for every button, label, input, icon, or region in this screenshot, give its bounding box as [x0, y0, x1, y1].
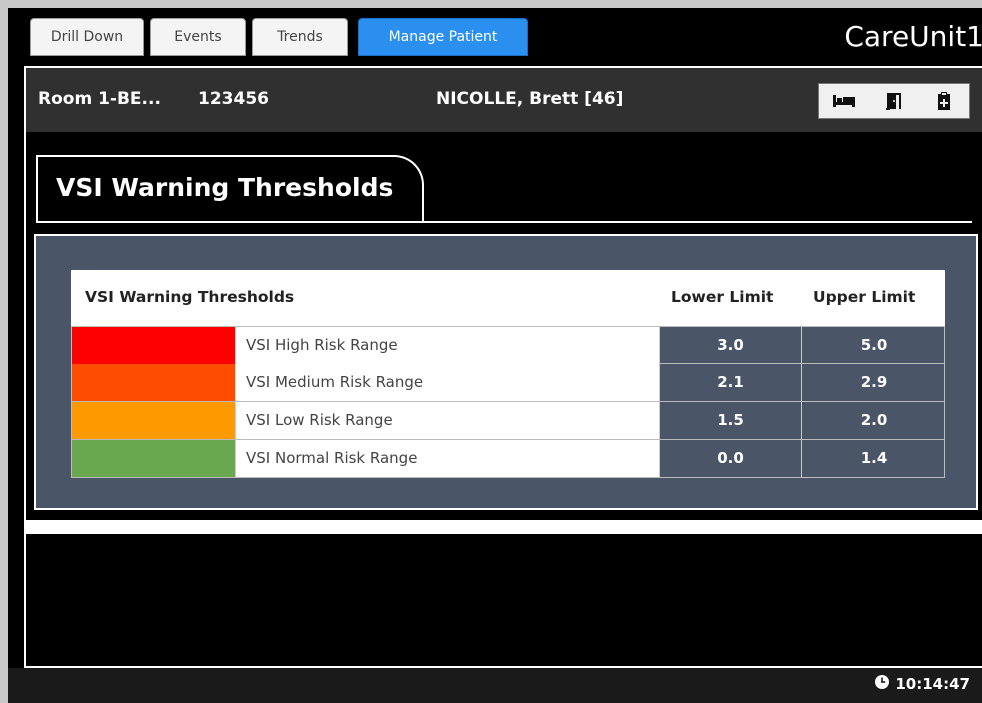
table-header: VSI Warning Thresholds Lower Limit Upper… [71, 270, 945, 326]
lower-limit-value[interactable]: 0.0 [659, 440, 801, 477]
patient-mrn: 123456 [198, 89, 269, 109]
upper-limit-value[interactable]: 2.0 [801, 402, 946, 439]
clock-display: 10:14:47 [875, 675, 970, 693]
upper-limit-value[interactable]: 5.0 [801, 327, 946, 364]
section-divider [36, 221, 972, 223]
tab-drill-down[interactable]: Drill Down [30, 18, 144, 56]
header-lower-limit: Lower Limit [671, 288, 774, 306]
risk-range-label: VSI Low Risk Range [235, 402, 659, 439]
table-row: VSI Low Risk Range 1.5 2.0 [71, 402, 945, 440]
header-name: VSI Warning Thresholds [85, 288, 295, 306]
tab-trends[interactable]: Trends [252, 18, 348, 56]
patient-room: Room 1-BE... [38, 89, 161, 109]
table-row: VSI High Risk Range 3.0 5.0 [71, 326, 945, 364]
risk-range-label: VSI Medium Risk Range [235, 364, 659, 401]
app-window: Drill Down Events Trends Manage Patient … [8, 8, 982, 703]
risk-color-swatch [72, 327, 235, 364]
upper-limit-value[interactable]: 1.4 [801, 440, 946, 477]
upper-limit-value[interactable]: 2.9 [801, 364, 946, 401]
lower-limit-value[interactable]: 2.1 [659, 364, 801, 401]
risk-color-swatch [72, 402, 235, 439]
bed-icon [832, 93, 856, 109]
panel-bottom-divider [24, 520, 982, 534]
patient-action-buttons [818, 83, 970, 119]
header-upper-limit: Upper Limit [813, 288, 916, 306]
lower-limit-value[interactable]: 1.5 [659, 402, 801, 439]
patient-name: NICOLLE, Brett [46] [436, 89, 624, 109]
risk-color-swatch [72, 440, 235, 477]
thresholds-panel: VSI Warning Thresholds Lower Limit Upper… [34, 234, 978, 510]
table-row: VSI Medium Risk Range 2.1 2.9 [71, 364, 945, 402]
risk-color-swatch [72, 364, 235, 401]
unit-name: CareUnit1 [844, 20, 982, 53]
status-bar: 10:14:47 [8, 668, 982, 703]
section-title: VSI Warning Thresholds [56, 173, 394, 202]
risk-range-label: VSI Normal Risk Range [235, 440, 659, 477]
lower-limit-value[interactable]: 3.0 [659, 327, 801, 364]
bed-button[interactable] [819, 84, 869, 118]
clock-icon [875, 675, 890, 693]
door-exit-icon [884, 91, 904, 111]
discharge-button[interactable] [869, 84, 919, 118]
tab-manage-patient[interactable]: Manage Patient [358, 18, 528, 56]
tab-events[interactable]: Events [150, 18, 246, 56]
table-row: VSI Normal Risk Range 0.0 1.4 [71, 440, 945, 478]
section-tab: VSI Warning Thresholds [36, 155, 424, 221]
left-border [24, 132, 26, 667]
current-time: 10:14:47 [895, 675, 970, 693]
patient-info-button[interactable] [919, 84, 969, 118]
risk-range-label: VSI High Risk Range [235, 327, 659, 364]
clipboard-icon [936, 91, 952, 111]
patient-bar: Room 1-BE... 123456 NICOLLE, Brett [46] [24, 66, 982, 132]
thresholds-table: VSI Warning Thresholds Lower Limit Upper… [71, 270, 945, 478]
